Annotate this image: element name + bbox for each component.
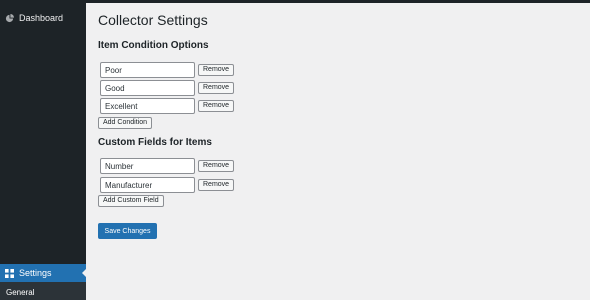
custom-field-input[interactable]: [100, 158, 195, 174]
current-menu-arrow: [82, 269, 86, 277]
section-heading-custom-fields: Custom Fields for Items: [98, 137, 212, 148]
save-changes-button[interactable]: Save Changes: [98, 223, 157, 239]
condition-input[interactable]: [100, 98, 195, 114]
submenu-item-general[interactable]: General: [6, 288, 34, 297]
add-condition-button[interactable]: Add Condition: [98, 117, 152, 129]
remove-condition-button[interactable]: Remove: [198, 64, 235, 76]
sidebar-item-label: Dashboard: [19, 13, 64, 23]
condition-row: Remove: [100, 98, 235, 114]
condition-input[interactable]: [100, 62, 195, 78]
sidebar-item-dashboard[interactable]: Dashboard: [0, 9, 86, 27]
settings-icon: [5, 268, 14, 278]
section-heading-conditions: Item Condition Options: [98, 40, 209, 51]
page-title: Collector Settings: [98, 12, 208, 28]
sidebar-item-settings[interactable]: Settings: [0, 264, 86, 282]
dashboard-icon: [5, 13, 14, 23]
condition-row: Remove: [100, 80, 235, 96]
custom-field-row: Remove: [100, 158, 235, 174]
remove-custom-field-button[interactable]: Remove: [198, 179, 235, 191]
sidebar-item-label: Settings: [19, 268, 52, 278]
condition-input[interactable]: [100, 80, 195, 96]
remove-condition-button[interactable]: Remove: [198, 100, 235, 112]
condition-row: Remove: [100, 62, 235, 78]
admin-bar: [0, 0, 590, 3]
remove-condition-button[interactable]: Remove: [198, 82, 235, 94]
custom-field-row: Remove: [100, 177, 235, 193]
add-custom-field-button[interactable]: Add Custom Field: [98, 195, 164, 207]
admin-sidebar: Dashboard Settings General: [0, 0, 86, 300]
remove-custom-field-button[interactable]: Remove: [198, 160, 235, 172]
settings-submenu: General: [0, 282, 86, 300]
custom-field-input[interactable]: [100, 177, 195, 193]
